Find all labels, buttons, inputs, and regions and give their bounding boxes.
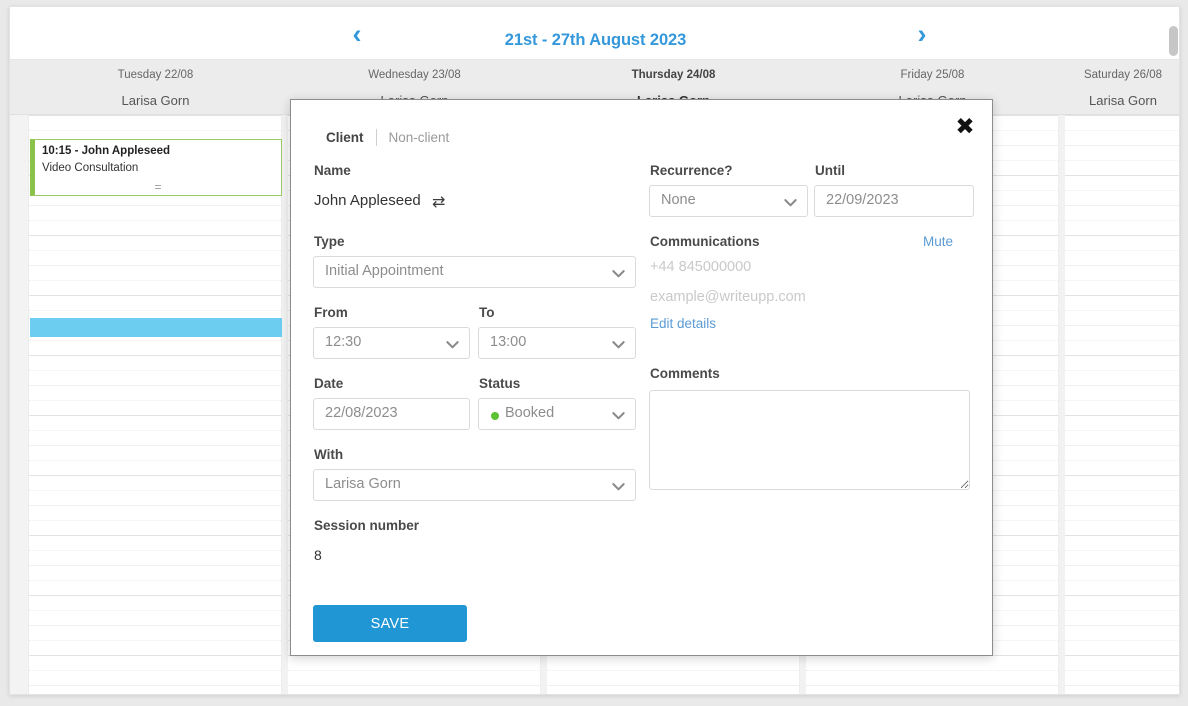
appointment-modal: ✖ Client Non-client Name John Appleseed … xyxy=(290,99,993,656)
date-value: 22/08/2023 xyxy=(325,405,398,421)
recurrence-select[interactable]: None xyxy=(649,185,808,217)
until-input[interactable]: 22/09/2023 xyxy=(814,185,974,217)
client-name-value: John Appleseed xyxy=(314,192,421,209)
close-icon[interactable]: ✖ xyxy=(952,115,978,141)
edit-details-link[interactable]: Edit details xyxy=(650,316,716,331)
calendar-card: ‹ 21st - 27th August 2023 › Tuesday 22/0… xyxy=(9,6,1180,695)
to-time-select[interactable]: 13:00 xyxy=(478,327,636,359)
gridlines xyxy=(1065,115,1179,694)
grid-column-saturday[interactable] xyxy=(1065,115,1179,694)
calendar-date-range: 21st - 27th August 2023 xyxy=(504,31,687,49)
day-header-date: Saturday 26/08 xyxy=(1083,69,1162,81)
client-type-tabs: Client Non-client xyxy=(314,129,461,146)
chevron-down-icon xyxy=(783,195,798,210)
to-time-value: 13:00 xyxy=(490,334,527,350)
name-label: Name xyxy=(314,163,351,178)
gridlines xyxy=(29,115,281,694)
chevron-down-icon xyxy=(611,479,626,494)
tab-client[interactable]: Client xyxy=(314,130,376,145)
date-label: Date xyxy=(314,376,344,391)
type-select-value: Initial Appointment xyxy=(325,263,444,279)
save-button[interactable]: SAVE xyxy=(313,605,467,642)
day-header-date: Tuesday 22/08 xyxy=(117,69,194,81)
selected-time-slot[interactable] xyxy=(30,318,282,337)
appointment-resize-handle[interactable]: = xyxy=(35,180,281,194)
swap-client-icon[interactable]: ⇄ xyxy=(432,192,445,211)
day-header-date: Thursday 24/08 xyxy=(631,69,716,81)
page-root: ‹ 21st - 27th August 2023 › Tuesday 22/0… xyxy=(0,0,1188,706)
from-time-select[interactable]: 12:30 xyxy=(313,327,470,359)
status-select[interactable]: Booked xyxy=(478,398,636,430)
day-header-saturday: Saturday 26/08 Larisa Gorn xyxy=(1065,60,1179,115)
appointment-time-and-client: 10:15 - John Appleseed xyxy=(42,145,171,157)
chevron-down-icon xyxy=(445,337,460,352)
tab-non-client[interactable]: Non-client xyxy=(377,130,462,145)
day-header-practitioner: Larisa Gorn xyxy=(121,93,190,108)
recurrence-value: None xyxy=(661,192,696,208)
with-value: Larisa Gorn xyxy=(325,476,401,492)
appointment-block[interactable]: 10:15 - John Appleseed Video Consultatio… xyxy=(30,139,282,196)
until-label: Until xyxy=(815,163,845,178)
appointment-type: Video Consultation xyxy=(42,162,139,174)
to-label: To xyxy=(479,305,495,320)
chevron-down-icon xyxy=(611,408,626,423)
vertical-scrollbar-thumb[interactable] xyxy=(1169,26,1178,56)
type-select[interactable]: Initial Appointment xyxy=(313,256,636,288)
with-select[interactable]: Larisa Gorn xyxy=(313,469,636,501)
session-number-value: 8 xyxy=(314,547,322,563)
client-email: example@writeupp.com xyxy=(650,289,806,305)
type-label: Type xyxy=(314,234,345,249)
from-time-value: 12:30 xyxy=(325,334,362,350)
status-indicator-dot xyxy=(491,412,499,420)
comments-textarea[interactable] xyxy=(649,390,970,490)
client-phone: +44 845000000 xyxy=(650,259,752,275)
mute-link[interactable]: Mute xyxy=(923,234,953,249)
next-week-arrow-icon[interactable]: › xyxy=(905,21,939,48)
from-label: From xyxy=(314,305,348,320)
until-value: 22/09/2023 xyxy=(826,192,899,208)
grid-column-tuesday[interactable] xyxy=(29,115,282,694)
chevron-down-icon xyxy=(611,337,626,352)
grid-left-gutter xyxy=(10,115,29,694)
communications-label: Communications xyxy=(650,234,760,249)
recurrence-label: Recurrence? xyxy=(650,163,733,178)
session-number-label: Session number xyxy=(314,518,420,533)
day-header-practitioner: Larisa Gorn xyxy=(1089,93,1157,108)
comments-label: Comments xyxy=(650,366,720,381)
day-header-tuesday: Tuesday 22/08 Larisa Gorn xyxy=(29,60,282,115)
day-header-date: Friday 25/08 xyxy=(900,69,965,81)
with-label: With xyxy=(314,447,344,462)
status-value: Booked xyxy=(505,405,555,421)
day-header-date: Wednesday 23/08 xyxy=(368,69,461,81)
chevron-down-icon xyxy=(611,266,626,281)
status-label: Status xyxy=(479,376,521,391)
date-input[interactable]: 22/08/2023 xyxy=(313,398,470,430)
calendar-header: ‹ 21st - 27th August 2023 › xyxy=(10,7,1179,60)
